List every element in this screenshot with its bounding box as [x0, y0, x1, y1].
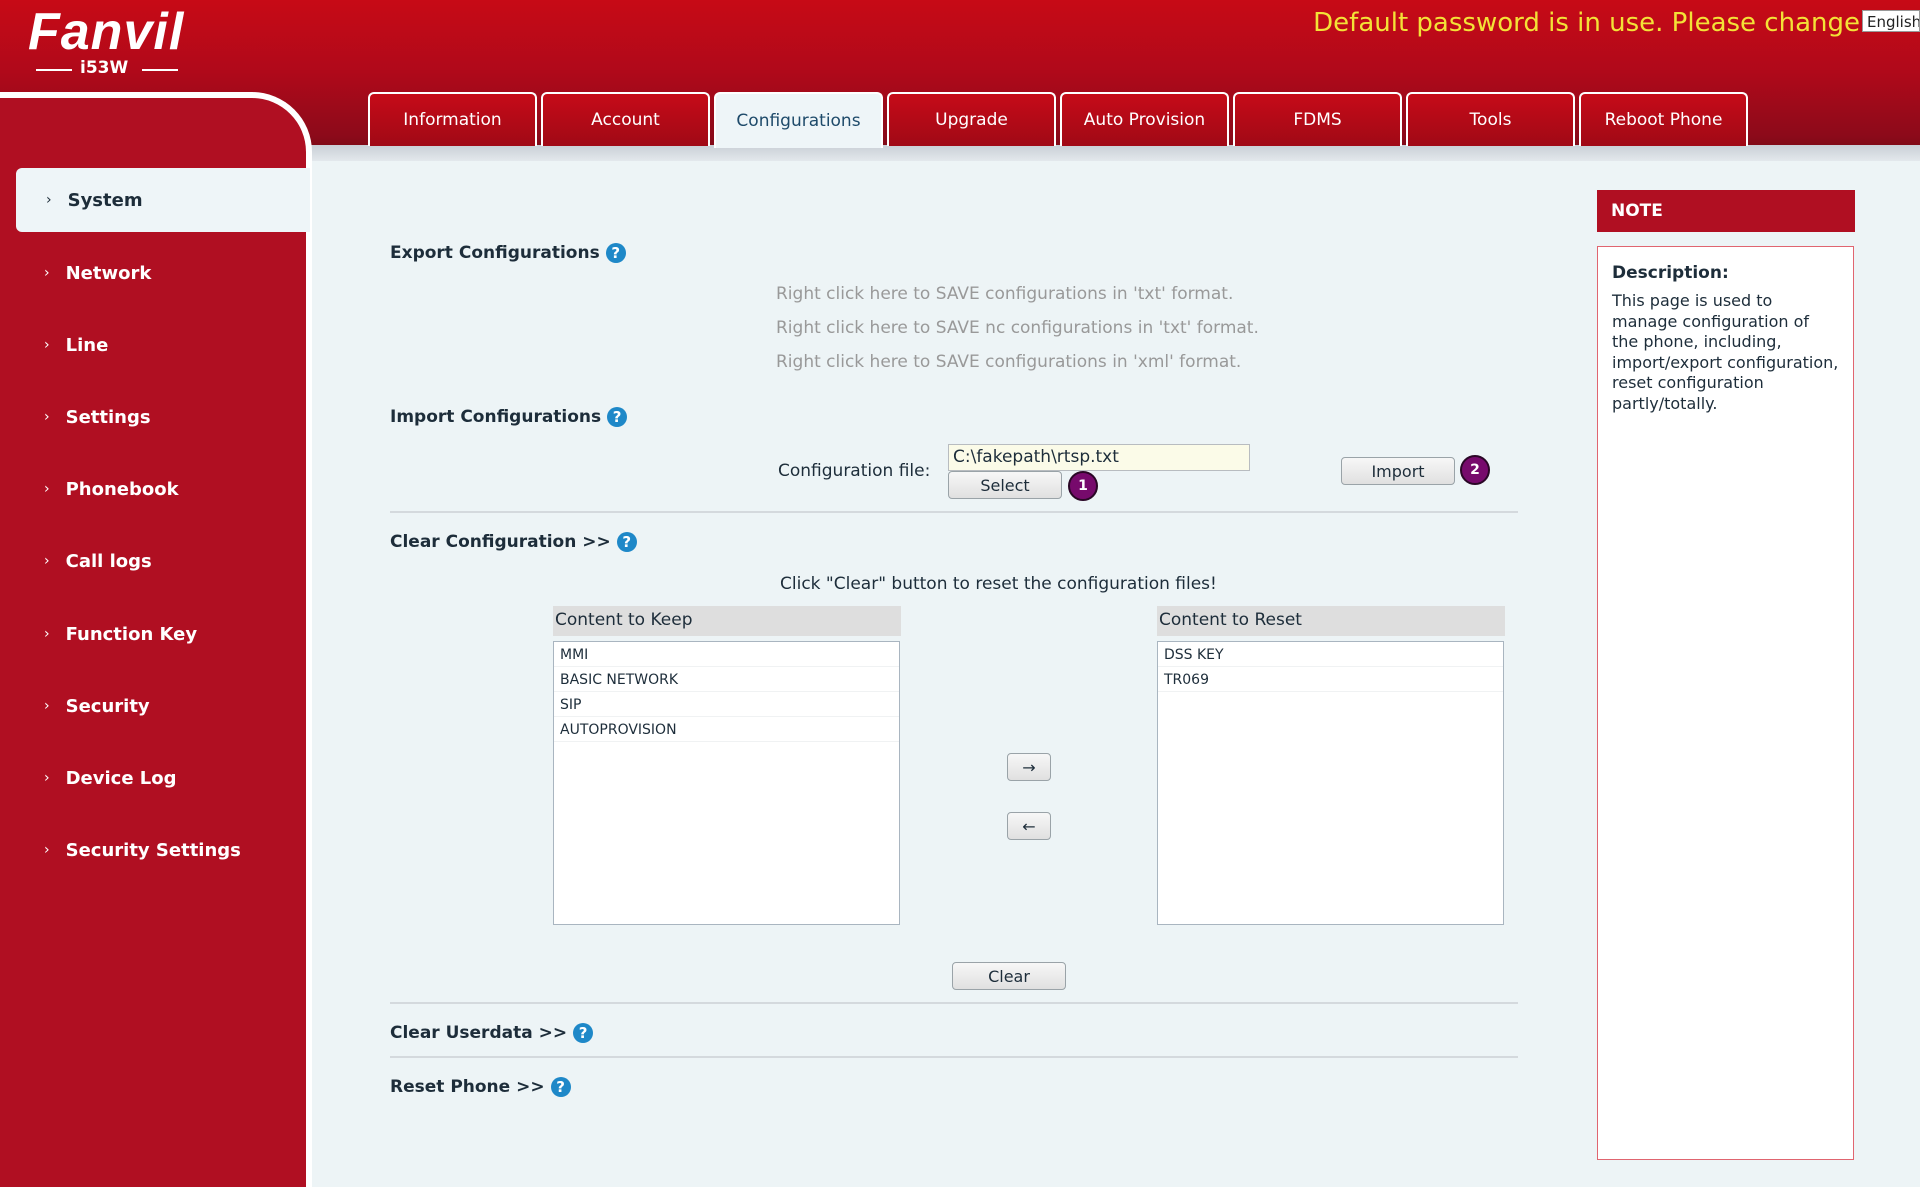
content-to-reset-header: Content to Reset: [1157, 606, 1505, 636]
list-item[interactable]: TR069: [1158, 667, 1503, 692]
sidebar-item-settings[interactable]: › Settings: [0, 386, 310, 448]
sidebar-item-label: Phonebook: [65, 478, 179, 500]
sidebar-item-label: Network: [65, 262, 152, 284]
clear-configuration-title[interactable]: Clear Configuration >> ?: [390, 532, 637, 552]
section-divider: [390, 511, 1518, 513]
export-configurations-title: Export Configurations ?: [390, 243, 626, 263]
tab-information[interactable]: Information: [368, 92, 537, 146]
clear-userdata-title[interactable]: Clear Userdata >> ?: [390, 1023, 594, 1043]
configuration-file-field[interactable]: C:\fakepath\rtsp.txt: [948, 444, 1250, 471]
note-header: NOTE: [1597, 190, 1855, 232]
tab-configurations[interactable]: Configurations: [714, 92, 883, 148]
chevron-right-icon: ›: [44, 481, 50, 497]
chevron-right-icon: ›: [44, 770, 50, 786]
export-configurations-label: Export Configurations: [390, 243, 600, 263]
move-right-button[interactable]: →: [1007, 753, 1051, 781]
export-xml-link[interactable]: Right click here to SAVE configurations …: [776, 352, 1241, 372]
list-item[interactable]: MMI: [554, 642, 899, 667]
clear-userdata-label: Clear Userdata >>: [390, 1023, 568, 1043]
move-left-button[interactable]: ←: [1007, 812, 1051, 840]
language-select[interactable]: English: [1862, 10, 1920, 32]
list-item[interactable]: AUTOPROVISION: [554, 717, 899, 742]
fanvil-logo: Fanvil i53W: [28, 6, 186, 78]
logo-line-right: [142, 69, 178, 71]
reset-phone-title[interactable]: Reset Phone >> ?: [390, 1077, 571, 1097]
chevron-right-icon: ›: [46, 192, 52, 208]
select-file-button[interactable]: Select: [948, 471, 1062, 499]
sidebar-item-label: Settings: [65, 406, 151, 428]
chevron-right-icon: ›: [44, 842, 50, 858]
sidebar-item-line[interactable]: › Line: [0, 314, 310, 376]
sidebar-item-label: System: [67, 189, 143, 211]
content-to-keep-list[interactable]: MMI BASIC NETWORK SIP AUTOPROVISION: [553, 641, 900, 925]
help-icon[interactable]: ?: [573, 1023, 594, 1043]
sidebar-item-label: Call logs: [65, 550, 152, 572]
sidebar-item-label: Security Settings: [65, 839, 241, 861]
reset-phone-label: Reset Phone >>: [390, 1077, 545, 1097]
content-to-keep-header: Content to Keep: [553, 606, 901, 636]
sidebar-item-system[interactable]: › System: [16, 168, 310, 232]
sidebar-item-label: Line: [65, 334, 109, 356]
sidebar-item-network[interactable]: › Network: [0, 242, 310, 304]
logo-line-left: [36, 69, 72, 71]
help-icon[interactable]: ?: [607, 407, 628, 427]
help-icon[interactable]: ?: [605, 243, 626, 263]
clear-button[interactable]: Clear: [952, 962, 1066, 990]
chevron-right-icon: ›: [44, 553, 50, 569]
default-password-warning[interactable]: Default password is in use. Please chang…: [1313, 8, 1860, 38]
note-panel: Description: This page is used to manage…: [1597, 246, 1854, 1160]
tab-auto-provision[interactable]: Auto Provision: [1060, 92, 1229, 146]
chevron-right-icon: ›: [44, 698, 50, 714]
step-badge-1: 1: [1068, 471, 1098, 501]
brand-name: Fanvil: [28, 3, 185, 61]
sidebar-item-label: Security: [65, 695, 150, 717]
tab-tools[interactable]: Tools: [1406, 92, 1575, 146]
tab-account[interactable]: Account: [541, 92, 710, 146]
clear-configuration-label: Clear Configuration >>: [390, 532, 611, 552]
sidebar: › System › Network › Line › Settings › P…: [0, 92, 312, 1187]
import-configurations-label: Import Configurations: [390, 407, 602, 427]
sidebar-item-label: Function Key: [65, 623, 198, 645]
section-divider: [390, 1002, 1518, 1004]
sidebar-item-security[interactable]: › Security: [0, 675, 310, 737]
chevron-right-icon: ›: [44, 626, 50, 642]
export-nc-txt-link[interactable]: Right click here to SAVE nc configuratio…: [776, 318, 1259, 338]
step-badge-2: 2: [1460, 455, 1490, 485]
list-item[interactable]: DSS KEY: [1158, 642, 1503, 667]
top-tabs: Information Account Configurations Upgra…: [368, 92, 1748, 148]
sidebar-item-label: Device Log: [65, 767, 177, 789]
description-text: This page is used to manage configuratio…: [1612, 291, 1839, 413]
list-item[interactable]: SIP: [554, 692, 899, 717]
help-icon[interactable]: ?: [616, 532, 637, 552]
configuration-file-label: Configuration file:: [778, 461, 931, 481]
import-button[interactable]: Import: [1341, 457, 1455, 485]
tab-fdms[interactable]: FDMS: [1233, 92, 1402, 146]
list-item[interactable]: BASIC NETWORK: [554, 667, 899, 692]
help-icon[interactable]: ?: [550, 1077, 571, 1097]
model-name: i53W: [80, 58, 129, 78]
sidebar-item-device-log[interactable]: › Device Log: [0, 747, 310, 809]
import-configurations-title: Import Configurations ?: [390, 407, 628, 427]
chevron-right-icon: ›: [44, 337, 50, 353]
sidebar-item-function-key[interactable]: › Function Key: [0, 603, 310, 665]
sidebar-item-security-settings[interactable]: › Security Settings: [0, 819, 310, 881]
sidebar-item-call-logs[interactable]: › Call logs: [0, 530, 310, 592]
export-txt-link[interactable]: Right click here to SAVE configurations …: [776, 284, 1233, 304]
tab-reboot-phone[interactable]: Reboot Phone: [1579, 92, 1748, 146]
chevron-right-icon: ›: [44, 409, 50, 425]
content-to-reset-list[interactable]: DSS KEY TR069: [1157, 641, 1504, 925]
tab-upgrade[interactable]: Upgrade: [887, 92, 1056, 146]
section-divider: [390, 1056, 1518, 1058]
description-title: Description:: [1612, 263, 1729, 283]
sidebar-item-phonebook[interactable]: › Phonebook: [0, 458, 310, 520]
clear-instruction-text: Click "Clear" button to reset the config…: [780, 574, 1217, 594]
chevron-right-icon: ›: [44, 265, 50, 281]
